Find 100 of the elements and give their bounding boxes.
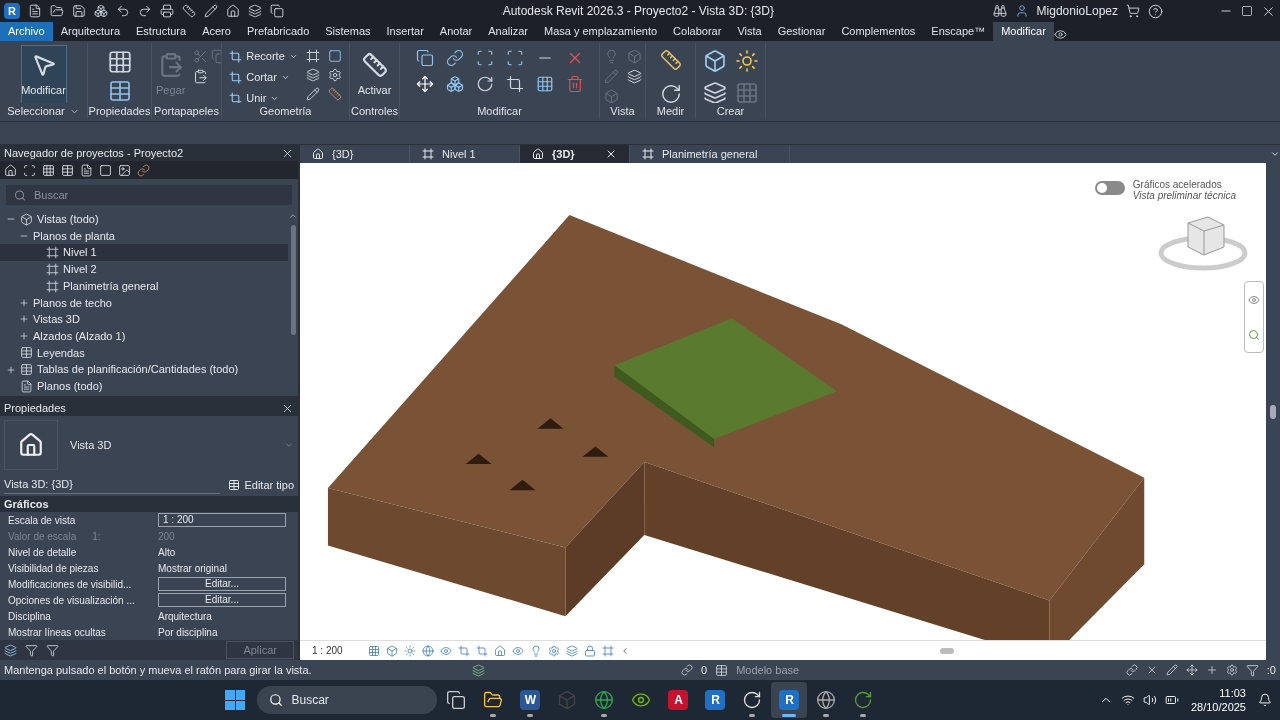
measure-icon[interactable] [182,4,196,18]
layers-icon[interactable] [248,4,262,18]
view-control-icon[interactable] [368,644,380,657]
view-control-icon[interactable] [548,644,560,657]
app-icon[interactable] [483,690,504,710]
browser-filter-icon[interactable] [61,163,74,177]
expand-icon[interactable] [19,331,29,342]
close-icon[interactable] [605,148,617,160]
search-input[interactable]: Buscar [34,186,284,204]
plan-icon[interactable] [46,279,59,293]
view-tab[interactable]: {3D} [520,145,630,163]
ribbon-tab[interactable]: Vista [729,22,770,41]
binoculars-icon[interactable] [992,4,1007,18]
app-icon[interactable] [446,690,467,710]
taskbar-app[interactable]: A [660,682,697,718]
property-button[interactable]: Editar... [158,593,286,607]
rotate-icon[interactable] [475,75,494,93]
property-field[interactable]: 1 : 200 [158,513,286,527]
toggle-switch[interactable] [1094,181,1125,195]
view-scale[interactable]: 1 : 200 [312,643,362,658]
home-icon[interactable] [226,4,240,18]
browser-filter-icon[interactable] [80,163,93,177]
new-file-icon[interactable] [28,4,42,18]
tree-item[interactable]: Planos de techo [0,294,288,312]
restore-icon[interactable] [1241,5,1253,17]
clock-time[interactable]: 11:03 [1219,686,1246,700]
tool-button[interactable]: Recorte [229,47,298,65]
edit-type-button[interactable]: Editar tipo [228,476,294,494]
ruler-icon[interactable] [659,49,682,71]
volume-icon[interactable] [1142,693,1157,707]
large-tool-button[interactable]: Modificar [20,45,67,103]
scroll-thumb[interactable] [1270,404,1276,419]
tool-button[interactable]: Unir [229,89,298,103]
wifi-icon[interactable] [1120,693,1135,707]
view-control-icon[interactable] [566,644,578,657]
app-icon[interactable] [594,690,615,710]
plan-icon[interactable] [46,262,59,276]
properties-icon[interactable] [106,49,133,75]
ribbon-tab[interactable]: Insertar [378,22,432,41]
array-icon[interactable] [535,75,554,93]
view-control-icon[interactable] [512,644,524,657]
gear-icon[interactable] [327,68,342,82]
pencil-icon[interactable] [204,4,218,18]
expand-icon[interactable] [19,314,29,325]
tree-item[interactable]: Tablas de planificación/Cantidades (todo) [0,361,288,378]
browser-filter-icon[interactable] [99,163,112,177]
ribbon-tab[interactable]: Complementos [833,22,924,41]
ribbon-tab[interactable]: Enscape™ [923,22,994,41]
view-control-icon[interactable] [494,644,506,657]
app-logo[interactable]: R [4,3,20,19]
expand-icon[interactable] [6,364,16,375]
ribbon-tab[interactable]: Archivo [0,22,53,41]
ribbon-tab[interactable]: Arquitectura [52,22,128,41]
windows-start-icon[interactable] [225,690,246,710]
app-icon[interactable] [816,690,837,710]
plan-icon[interactable] [46,246,59,260]
tree-item[interactable]: Planimetría general [0,277,288,295]
redo-icon[interactable] [138,4,152,18]
cube-icon[interactable] [702,49,727,73]
large-tool-button[interactable]: Activar [353,45,396,103]
browser-filter-icon[interactable] [4,163,17,177]
view-control-icon[interactable] [530,644,542,657]
edit-icon[interactable] [305,87,320,101]
view-control-icon[interactable] [584,644,596,657]
expand-icon[interactable] [19,297,29,308]
ribbon-tab[interactable]: Modificar [993,22,1054,41]
dropdown-caret-icon[interactable] [1270,149,1280,159]
save-icon[interactable] [72,4,86,18]
cart-icon[interactable] [1126,4,1140,18]
ribbon-tab[interactable]: Prefabricado [238,22,318,41]
view-control-icon[interactable] [422,644,434,657]
taskbar-search-input[interactable]: Buscar [291,691,412,709]
ribbon-tab[interactable]: Acero [194,22,239,41]
taskbar-app[interactable]: R [697,682,734,718]
property-button[interactable]: Editar... [158,577,286,591]
app-icon[interactable] [742,690,763,710]
ribbon-tab[interactable]: Estructura [128,22,195,41]
filter-icon[interactable] [1245,663,1259,677]
scroll-up-icon[interactable] [288,211,298,221]
notification-icon[interactable] [1258,693,1272,707]
tree-item[interactable]: Nivel 1 [0,244,288,262]
ribbon-tab[interactable]: Sistemas [317,22,379,41]
user-name[interactable]: MigdonioLopez [1036,2,1118,20]
move-icon[interactable] [415,75,434,93]
schedule-icon[interactable] [20,363,33,377]
undo-icon[interactable] [116,4,130,18]
tree-item[interactable]: Alzados (Alzado 1) [0,327,288,345]
ribbon-tab[interactable]: Masa y emplazamiento [536,22,666,41]
ribbon-tab[interactable]: Analizar [480,22,536,41]
taskbar-app[interactable]: R [771,682,808,718]
user-icon[interactable] [1014,4,1029,18]
taskbar-search-field[interactable]: Buscar [257,686,438,714]
taskbar-app[interactable]: W [512,682,549,718]
view-control-icon[interactable] [386,644,398,657]
tree-item[interactable]: Leyendas [0,344,288,362]
ribbon-tab[interactable]: Anotar [431,22,481,41]
copy-icon[interactable] [270,4,284,18]
model-selector[interactable]: Modelo base [736,661,897,679]
browser-filter-icon[interactable] [118,163,131,177]
tree-item[interactable]: Vistas (todo) [0,211,288,228]
